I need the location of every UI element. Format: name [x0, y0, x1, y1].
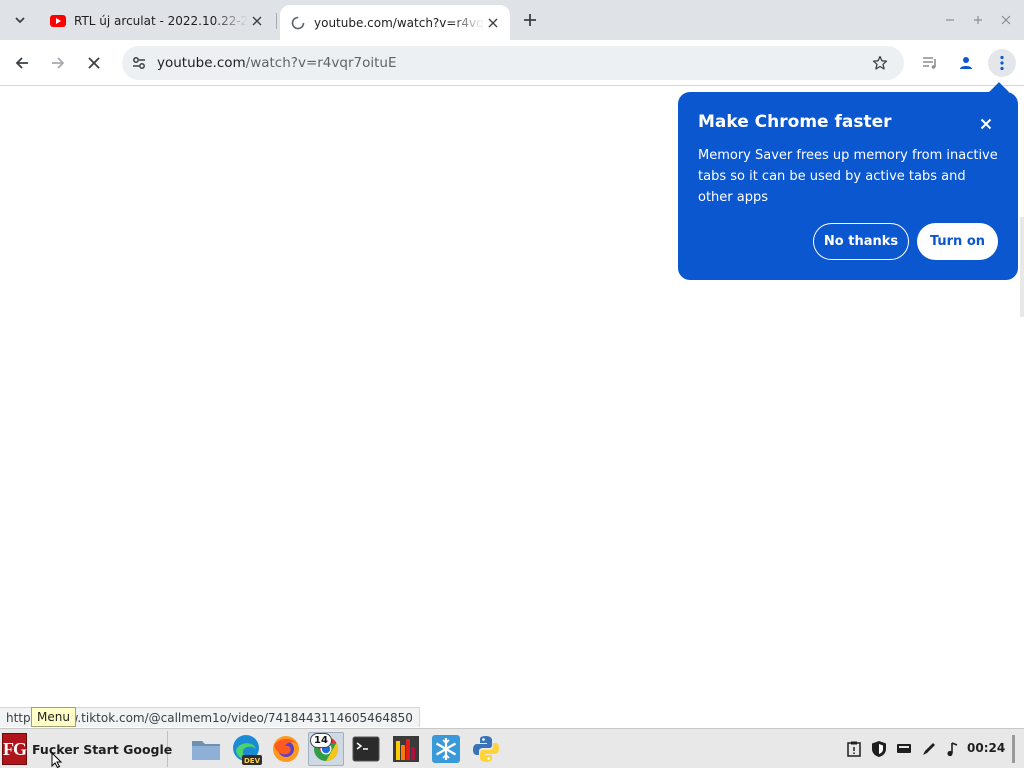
mouse-pointer-icon [51, 752, 63, 768]
security-tray-button[interactable] [870, 739, 888, 759]
close-icon [980, 118, 992, 130]
media-controls-button[interactable] [916, 49, 944, 77]
promo-close-button[interactable] [976, 114, 996, 134]
show-desktop-button[interactable] [1012, 735, 1015, 763]
turn-on-button[interactable]: Turn on [917, 223, 998, 260]
tab-youtube-watch[interactable]: youtube.com/watch?v=r4vqr7oituE [280, 5, 510, 40]
music-note-icon [947, 742, 958, 757]
launcher-terminal[interactable] [348, 732, 384, 766]
clock[interactable]: 00:24 [967, 741, 1005, 755]
launcher-file-manager[interactable] [188, 732, 224, 766]
star-icon [872, 55, 888, 70]
launcher-task-manager[interactable] [388, 732, 424, 766]
maximize-button[interactable] [968, 10, 988, 30]
launcher-firefox[interactable] [268, 732, 304, 766]
display-tray-button[interactable] [895, 739, 913, 759]
network-tray-button[interactable] [920, 739, 938, 759]
stop-loading-button[interactable] [80, 49, 108, 77]
maximize-icon [974, 16, 982, 24]
tab-search-button[interactable] [6, 7, 34, 33]
profile-button[interactable] [952, 49, 980, 77]
arrow-left-icon [15, 57, 28, 69]
minimize-button[interactable] [940, 10, 960, 30]
tab-divider [276, 13, 277, 29]
tune-icon [133, 57, 145, 69]
tab-title: youtube.com/watch?v=r4vqr7oituE [314, 15, 484, 30]
window-count-badge: 14 [310, 733, 332, 748]
close-icon [88, 57, 100, 69]
browser-toolbar: youtube.com/watch?v=r4vqr7oituE [0, 40, 1024, 86]
start-logo: FG [2, 733, 27, 765]
new-tab-button[interactable] [518, 8, 542, 32]
close-tab-icon[interactable] [484, 14, 502, 32]
kebab-menu-icon [1000, 55, 1004, 71]
close-tab-icon[interactable] [248, 12, 266, 30]
youtube-icon [50, 13, 66, 29]
chevron-down-icon [15, 17, 25, 24]
terminal-icon [352, 736, 380, 762]
scrollbar[interactable] [1020, 217, 1024, 317]
launcher-edge-dev[interactable]: DEV [228, 732, 264, 766]
firefox-icon [273, 736, 299, 762]
bar-chart-app-icon [393, 736, 419, 762]
folder-icon [192, 741, 220, 760]
pen-icon [923, 743, 935, 755]
start-menu-button[interactable]: FG Fucker Start Google [2, 731, 172, 767]
close-window-button[interactable] [996, 10, 1016, 30]
tab-title: RTL új arculat - 2022.10.22-2 [74, 14, 248, 28]
promo-body: Memory Saver frees up memory from inacti… [698, 148, 998, 205]
bookmark-star-button[interactable] [870, 53, 890, 73]
plus-icon [524, 14, 536, 26]
python-icon [473, 736, 499, 762]
address-bar[interactable]: youtube.com/watch?v=r4vqr7oituE [122, 46, 904, 80]
no-thanks-button[interactable]: No thanks [813, 223, 909, 260]
chrome-menu-button[interactable] [988, 49, 1016, 77]
snowflake-icon [432, 735, 460, 763]
shield-icon [872, 741, 886, 757]
close-icon [1001, 15, 1011, 25]
url-host: youtube.com [157, 55, 246, 71]
clipboard-tray-button[interactable] [845, 739, 863, 759]
monitor-icon [897, 744, 911, 753]
back-button[interactable] [8, 49, 36, 77]
svg-text:DEV: DEV [244, 757, 261, 765]
minimize-icon [946, 19, 954, 21]
launcher-chrome[interactable]: 14 [308, 732, 344, 766]
volume-tray-button[interactable] [944, 739, 962, 759]
memory-saver-promo: Make Chrome faster Memory Saver frees up… [678, 82, 1018, 280]
launcher-python[interactable] [468, 732, 504, 766]
queue-music-icon [923, 57, 936, 69]
site-info-button[interactable] [126, 50, 152, 76]
url-path: /watch?v=r4vqr7oituE [245, 55, 397, 71]
launcher-snowflake-app[interactable] [428, 732, 464, 766]
forward-button[interactable] [44, 49, 72, 77]
promo-title: Make Chrome faster [698, 112, 892, 132]
loading-icon [290, 15, 306, 31]
clipboard-icon [847, 741, 861, 757]
person-icon [960, 57, 972, 69]
url-text[interactable]: youtube.com/watch?v=r4vqr7oituE [157, 55, 396, 71]
tab-strip: RTL új arculat - 2022.10.22-2 youtube.co… [0, 0, 1024, 40]
edge-dev-icon: DEV [233, 735, 262, 765]
arrow-right-icon [52, 57, 65, 69]
menu-tooltip: Menu [31, 707, 76, 727]
taskbar: FG Fucker Start Google DEV 14 00:24 [0, 728, 1024, 768]
tab-rtl[interactable]: RTL új arculat - 2022.10.22-2 [40, 6, 274, 36]
